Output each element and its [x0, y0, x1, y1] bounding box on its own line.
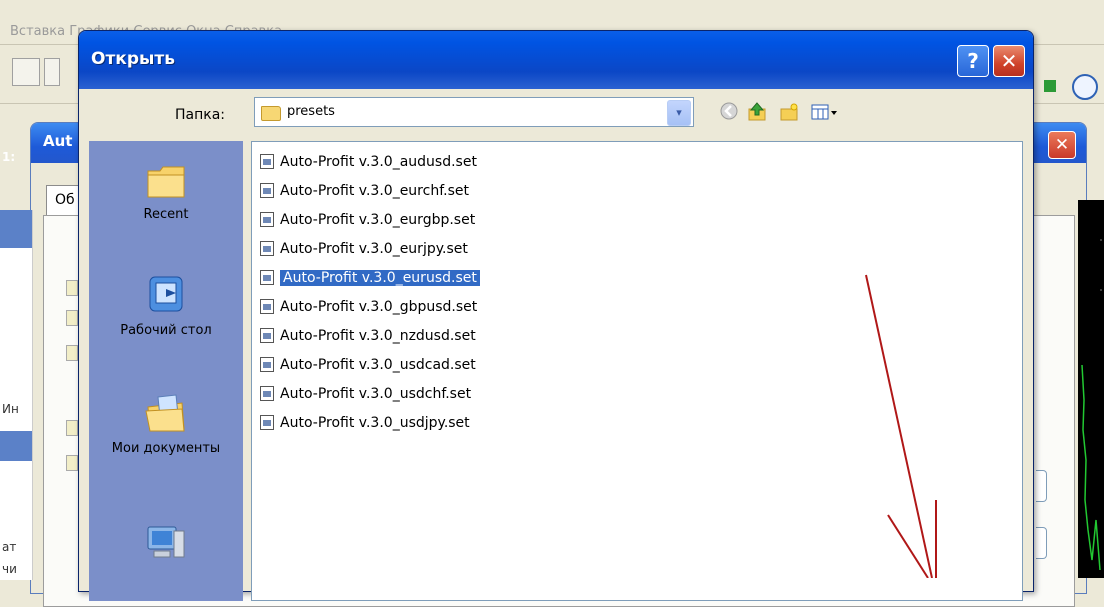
file-item[interactable]: Auto-Profit v.3.0_usdchf.set: [260, 382, 475, 406]
file-item[interactable]: Auto-Profit v.3.0_eurjpy.set: [260, 237, 472, 261]
places-item-recent[interactable]: Recent: [89, 161, 243, 222]
settings-file-icon: [260, 298, 274, 314]
toolbar-chart-button[interactable]: [12, 58, 40, 86]
recent-folder-icon: [147, 166, 185, 198]
places-item-desktop[interactable]: Рабочий стол: [89, 273, 243, 338]
file-item[interactable]: Auto-Profit v.3.0_eurchf.set: [260, 179, 473, 203]
help-button[interactable]: ?: [957, 45, 989, 77]
up-folder-icon[interactable]: [745, 101, 769, 123]
dialog-title: Открыть: [91, 49, 175, 69]
file-item-selected[interactable]: Auto-Profit v.3.0_eurusd.set: [260, 266, 484, 290]
file-item[interactable]: Auto-Profit v.3.0_nzdusd.set: [260, 324, 480, 348]
chart-line-icon: [1081, 239, 1104, 571]
dialog-titlebar[interactable]: Открыть ? ✕: [79, 31, 1033, 89]
new-folder-icon[interactable]: [777, 101, 801, 123]
background-close-button[interactable]: ✕: [1048, 131, 1076, 159]
places-item-my-computer[interactable]: [89, 521, 243, 571]
settings-file-icon: [260, 414, 274, 430]
background-list-icon: [66, 310, 78, 326]
settings-file-icon: [260, 327, 274, 343]
background-left-strip: [0, 210, 33, 580]
places-bar: Recent Рабочий стол Мои документы: [89, 141, 243, 601]
background-fragment: ат: [2, 540, 17, 554]
settings-file-icon: [260, 269, 274, 285]
chevron-down-icon[interactable]: ▾: [667, 100, 691, 126]
background-fragment: 1:: [2, 150, 16, 164]
background-list-icon: [66, 455, 78, 471]
background-list-icon: [66, 280, 78, 296]
background-field[interactable]: [1036, 527, 1047, 559]
my-documents-icon: [145, 394, 185, 432]
close-button[interactable]: ✕: [993, 45, 1025, 77]
settings-file-icon: [260, 356, 274, 372]
file-item[interactable]: Auto-Profit v.3.0_eurgbp.set: [260, 208, 479, 232]
folder-icon: [261, 106, 281, 121]
background-field[interactable]: [1036, 470, 1047, 502]
folder-label: Папка:: [175, 107, 226, 123]
file-item[interactable]: Auto-Profit v.3.0_usdjpy.set: [260, 411, 474, 435]
back-icon[interactable]: [717, 101, 741, 123]
my-computer-icon: [147, 526, 185, 558]
background-blue-band: [0, 210, 32, 248]
clock-icon[interactable]: [1072, 74, 1098, 100]
background-list-icon: [66, 420, 78, 436]
settings-file-icon: [260, 182, 274, 198]
file-item[interactable]: Auto-Profit v.3.0_gbpusd.set: [260, 295, 481, 319]
background-dialog-title: Aut: [43, 132, 73, 150]
places-item-label: Рабочий стол: [120, 323, 212, 338]
background-blue-band: [0, 431, 32, 461]
places-item-label: Recent: [143, 207, 189, 222]
background-fragment: чи: [2, 562, 17, 576]
desktop-icon: [149, 276, 183, 312]
file-item[interactable]: Auto-Profit v.3.0_usdcad.set: [260, 353, 480, 377]
toolbar-refresh-button[interactable]: [44, 58, 60, 86]
background-price-chart: [1078, 200, 1104, 578]
settings-file-icon: [260, 211, 274, 227]
settings-file-icon: [260, 385, 274, 401]
settings-file-icon: [260, 240, 274, 256]
toolbar-green-icon[interactable]: [1044, 80, 1056, 92]
folder-dropdown[interactable]: presets ▾: [254, 97, 694, 127]
file-item[interactable]: Auto-Profit v.3.0_audusd.set: [260, 150, 481, 174]
view-menu-icon[interactable]: [809, 101, 843, 123]
settings-file-icon: [260, 153, 274, 169]
open-file-dialog: Открыть ? ✕ Папка: presets ▾ Recent Рабо…: [78, 30, 1034, 601]
file-list[interactable]: Auto-Profit v.3.0_audusd.set Auto-Profit…: [251, 141, 1023, 601]
places-item-label: Мои документы: [111, 441, 221, 456]
background-fragment: Ин: [2, 402, 19, 416]
background-list-icon: [66, 345, 78, 361]
folder-value: presets: [287, 104, 335, 119]
places-item-my-documents[interactable]: Мои документы: [89, 391, 243, 456]
